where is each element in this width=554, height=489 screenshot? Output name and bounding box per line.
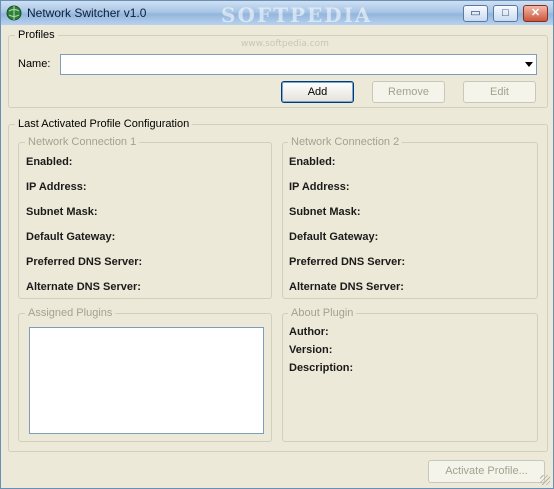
conn1-subnet-label: Subnet Mask:: [26, 206, 98, 218]
title-bar[interactable]: Network Switcher v1.0 SOFTPEDIA ▭ □ ✕: [1, 1, 553, 27]
activate-profile-button[interactable]: Activate Profile...: [428, 460, 545, 483]
config-group-title: Last Activated Profile Configuration: [15, 118, 193, 130]
remove-button[interactable]: Remove: [372, 81, 445, 103]
plugin-version-label: Version:: [289, 344, 333, 356]
assigned-plugins-list[interactable]: [29, 327, 264, 434]
conn2-subnet-label: Subnet Mask:: [289, 206, 361, 218]
conn2-alternate-dns-label: Alternate DNS Server:: [289, 281, 404, 293]
conn2-enabled-label: Enabled:: [289, 156, 336, 168]
window-title: Network Switcher v1.0: [27, 6, 147, 20]
assigned-plugins-title: Assigned Plugins: [25, 307, 116, 319]
resize-grip-icon[interactable]: [540, 475, 550, 485]
about-plugin-title: About Plugin: [288, 307, 357, 319]
close-button[interactable]: ✕: [523, 5, 548, 22]
plugin-author-label: Author:: [289, 326, 329, 338]
maximize-icon: □: [502, 7, 509, 19]
conn2-preferred-dns-label: Preferred DNS Server:: [289, 256, 406, 268]
minimize-button[interactable]: ▭: [463, 5, 488, 22]
conn1-enabled-label: Enabled:: [26, 156, 73, 168]
maximize-button[interactable]: □: [493, 5, 518, 22]
network-switcher-window: Network Switcher v1.0 SOFTPEDIA ▭ □ ✕ ww…: [0, 0, 554, 489]
edit-button[interactable]: Edit: [463, 81, 536, 103]
network-connection-2-title: Network Connection 2: [288, 136, 403, 148]
close-icon: ✕: [530, 7, 541, 19]
softpedia-watermark: SOFTPEDIA: [221, 3, 373, 27]
app-globe-icon: [6, 5, 22, 21]
add-button[interactable]: Add: [281, 81, 354, 103]
conn1-preferred-dns-label: Preferred DNS Server:: [26, 256, 143, 268]
chevron-down-icon[interactable]: [525, 62, 533, 67]
conn1-gateway-label: Default Gateway:: [26, 231, 116, 243]
profiles-group-title: Profiles: [15, 29, 58, 41]
conn1-alternate-dns-label: Alternate DNS Server:: [26, 281, 141, 293]
name-label: Name:: [18, 58, 51, 70]
profile-name-combobox[interactable]: [60, 54, 537, 75]
conn1-ip-label: IP Address:: [26, 181, 87, 193]
plugin-description-label: Description:: [289, 362, 354, 374]
conn2-ip-label: IP Address:: [289, 181, 350, 193]
minimize-icon: ▭: [470, 7, 481, 19]
conn2-gateway-label: Default Gateway:: [289, 231, 379, 243]
network-connection-1-title: Network Connection 1: [25, 136, 140, 148]
